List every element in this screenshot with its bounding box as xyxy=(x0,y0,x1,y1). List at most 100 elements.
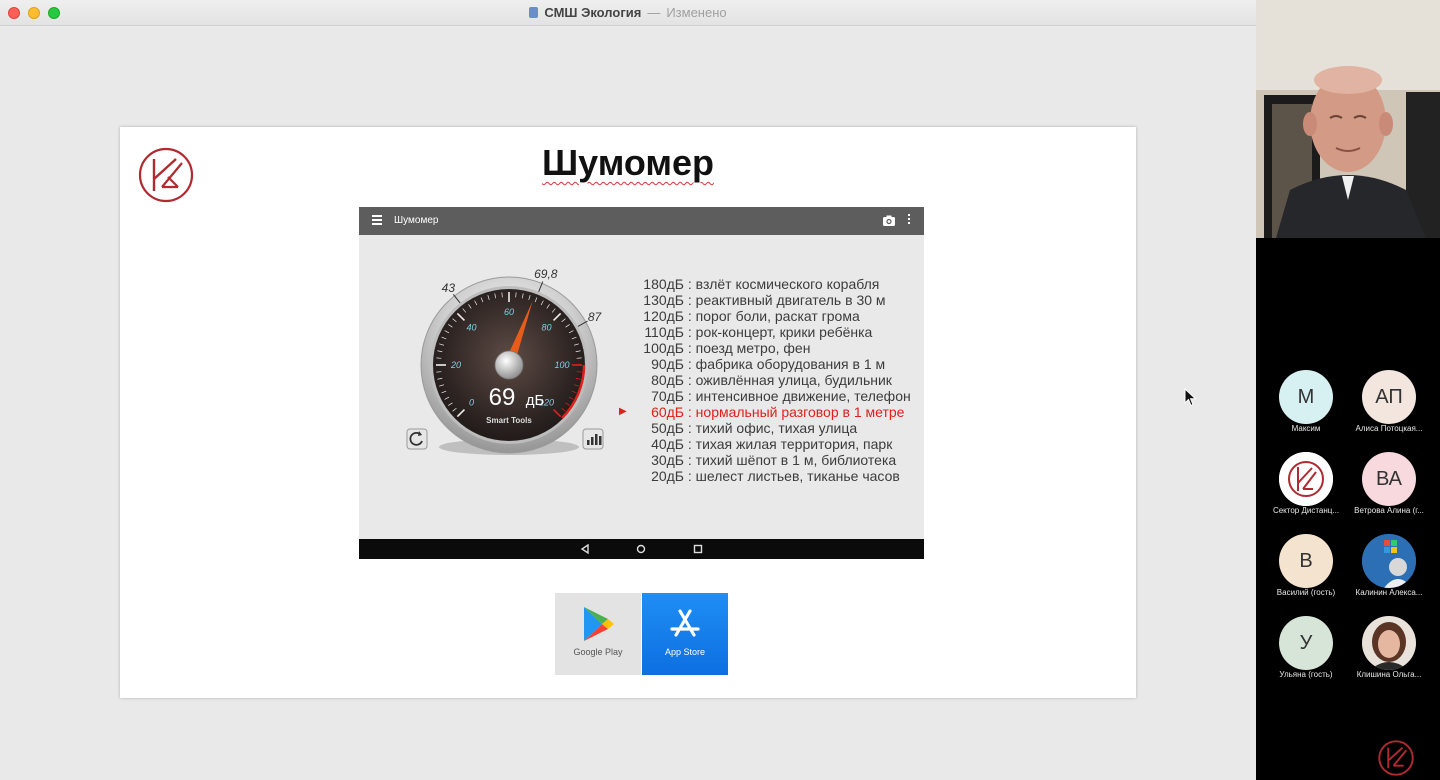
participant-avatar: У xyxy=(1279,616,1333,670)
title-separator: — xyxy=(647,5,661,20)
noise-level-description: : интенсивное движение, телефон xyxy=(687,388,911,404)
google-play-badge[interactable]: Google Play xyxy=(555,593,641,675)
noise-level-description: : поезд метро, фен xyxy=(687,340,811,356)
document-name: СМШ Экология xyxy=(544,5,642,20)
gauge-unit: дБ xyxy=(526,392,545,409)
participant-tile[interactable]: Сектор Дистанц... xyxy=(1260,452,1350,522)
participant-avatar: ВА xyxy=(1362,452,1416,506)
video-sidebar: М Максим АП Алиса Потоцкая... Сектор Дистанц… xyxy=(1256,0,1440,780)
google-play-label: Google Play xyxy=(573,647,623,657)
participant-photo-avatar xyxy=(1279,452,1333,506)
participant-name: Клишина Ольга... xyxy=(1356,670,1422,679)
noise-level-value: 120дБ xyxy=(643,308,684,324)
slide[interactable]: Шумомер Шумомер 0 20 40 60 80 100 120 43… xyxy=(120,127,1136,698)
noise-level-row: 40дБ : тихая жилая территория, парк xyxy=(633,436,923,452)
participant-tile[interactable]: ВА Ветрова Алина (г... xyxy=(1343,452,1433,522)
camera-icon xyxy=(883,215,895,226)
noise-level-value: 50дБ xyxy=(651,420,684,436)
participant-name: Калинин Алекса... xyxy=(1355,588,1423,597)
screen: СМШ Экология — Изменено Шумомер Шумомер xyxy=(0,0,1440,780)
participant-name: Василий (гость) xyxy=(1276,588,1336,597)
noise-level-row: 110дБ : рок-концерт, крики ребёнка xyxy=(633,324,923,340)
participant-name: Алиса Потоцкая... xyxy=(1355,424,1423,433)
current-level-marker-icon: ▶ xyxy=(619,406,627,417)
gauge-outer-mark: 43 xyxy=(442,281,456,295)
active-speaker-video[interactable] xyxy=(1256,0,1440,238)
noise-level-description: : нормальный разговор в 1 метре xyxy=(687,404,905,420)
noise-level-value: 80дБ xyxy=(651,372,684,388)
noise-level-value: 100дБ xyxy=(643,340,684,356)
participant-name: Ветрова Алина (г... xyxy=(1354,506,1424,515)
participant-tile[interactable]: АП Алиса Потоцкая... xyxy=(1343,370,1433,440)
noise-level-value: 90дБ xyxy=(651,356,684,372)
noise-level-row: 80дБ : оживлённая улица, будильник xyxy=(633,372,923,388)
participant-avatar: В xyxy=(1279,534,1333,588)
window-title: СМШ Экология — Изменено xyxy=(0,5,1256,20)
gauge-outer-mark: 87 xyxy=(588,310,603,324)
noise-level-value: 60дБ xyxy=(651,404,684,420)
noise-level-row: 130дБ : реактивный двигатель в 30 м xyxy=(633,292,923,308)
noise-level-row: 120дБ : порог боли, раскат грома xyxy=(633,308,923,324)
sound-level-gauge: 020406080100120 4369,887 69 дБ Smart Too… xyxy=(406,269,604,455)
app-title: Шумомер xyxy=(394,215,439,226)
sector-logo-watermark-icon xyxy=(1378,740,1414,776)
noise-level-row: 70дБ : интенсивное движение, телефон xyxy=(633,388,923,404)
back-icon[interactable] xyxy=(579,543,591,555)
noise-level-description: : фабрика оборудования в 1 м xyxy=(687,356,886,372)
chart-button[interactable] xyxy=(582,428,604,450)
noise-level-description: : тихий шёпот в 1 м, библиотека xyxy=(687,452,897,468)
more-vert-icon xyxy=(907,214,911,228)
noise-level-row: 30дБ : тихий шёпот в 1 м, библиотека xyxy=(633,452,923,468)
document-icon xyxy=(529,7,539,18)
noise-level-value: 70дБ xyxy=(651,388,684,404)
participant-tile[interactable]: У Ульяна (гость) xyxy=(1260,616,1350,686)
android-nav-bar xyxy=(359,539,924,559)
gauge-outer-mark: 69,8 xyxy=(534,269,558,281)
noise-level-description: : шелест листьев, тиканье часов xyxy=(687,468,900,484)
noise-level-description: : тихий офис, тихая улица xyxy=(687,420,858,436)
noise-level-row: 90дБ : фабрика оборудования в 1 м xyxy=(633,356,923,372)
participant-name: Сектор Дистанц... xyxy=(1272,506,1340,515)
app-store-badge[interactable]: App Store xyxy=(642,593,728,675)
noise-level-value: 110дБ xyxy=(644,324,684,340)
participant-photo-avatar xyxy=(1362,534,1416,588)
participant-name: Ульяна (гость) xyxy=(1279,670,1333,679)
gauge-scale-label: 60 xyxy=(504,307,514,317)
noise-level-row: 180дБ : взлёт космического корабля xyxy=(633,276,923,292)
participant-name: Максим xyxy=(1291,424,1321,433)
noise-level-value: 130дБ xyxy=(643,292,684,308)
noise-level-value: 180дБ xyxy=(643,276,684,292)
gauge-brand: Smart Tools xyxy=(486,416,532,425)
app-store-icon xyxy=(670,609,700,637)
slide-title: Шумомер xyxy=(541,142,715,183)
google-play-icon xyxy=(584,607,614,641)
participant-photo-avatar xyxy=(1362,616,1416,670)
participant-avatar: АП xyxy=(1362,370,1416,424)
gauge-scale-label: 100 xyxy=(554,360,569,370)
noise-level-list: 180дБ : взлёт космического корабля 130дБ … xyxy=(619,276,923,484)
recents-icon[interactable] xyxy=(692,543,704,555)
noise-level-description: : реактивный двигатель в 30 м xyxy=(687,292,886,308)
noise-level-description: : рок-концерт, крики ребёнка xyxy=(687,324,873,340)
gauge-scale-label: 20 xyxy=(450,360,461,370)
participant-tile[interactable]: В Василий (гость) xyxy=(1260,534,1350,604)
noise-level-row-current: ▶ 60дБ : нормальный разговор в 1 метре xyxy=(619,404,923,420)
noise-level-description: : порог боли, раскат грома xyxy=(687,308,860,324)
participant-tile[interactable]: М Максим xyxy=(1260,370,1350,440)
noise-level-row: 100дБ : поезд метро, фен xyxy=(633,340,923,356)
participant-tile[interactable]: Клишина Ольга... xyxy=(1343,616,1433,686)
noise-level-value: 30дБ xyxy=(651,452,684,468)
keynote-window: СМШ Экология — Изменено Шумомер Шумомер xyxy=(0,0,1256,780)
hamburger-menu-icon xyxy=(372,215,382,225)
participant-tile[interactable]: Калинин Алекса... xyxy=(1343,534,1433,604)
home-icon[interactable] xyxy=(635,543,647,555)
app-bar: Шумомер xyxy=(359,207,924,235)
reset-button[interactable] xyxy=(406,428,428,450)
noise-level-value: 20дБ xyxy=(651,468,684,484)
gauge-scale-label: 80 xyxy=(541,323,551,333)
mouse-cursor-icon xyxy=(1184,388,1197,407)
gauge-scale-label: 0 xyxy=(469,397,474,407)
noise-level-value: 40дБ xyxy=(651,436,684,452)
document-state: Изменено xyxy=(666,5,727,20)
noise-level-description: : тихая жилая территория, парк xyxy=(687,436,893,452)
